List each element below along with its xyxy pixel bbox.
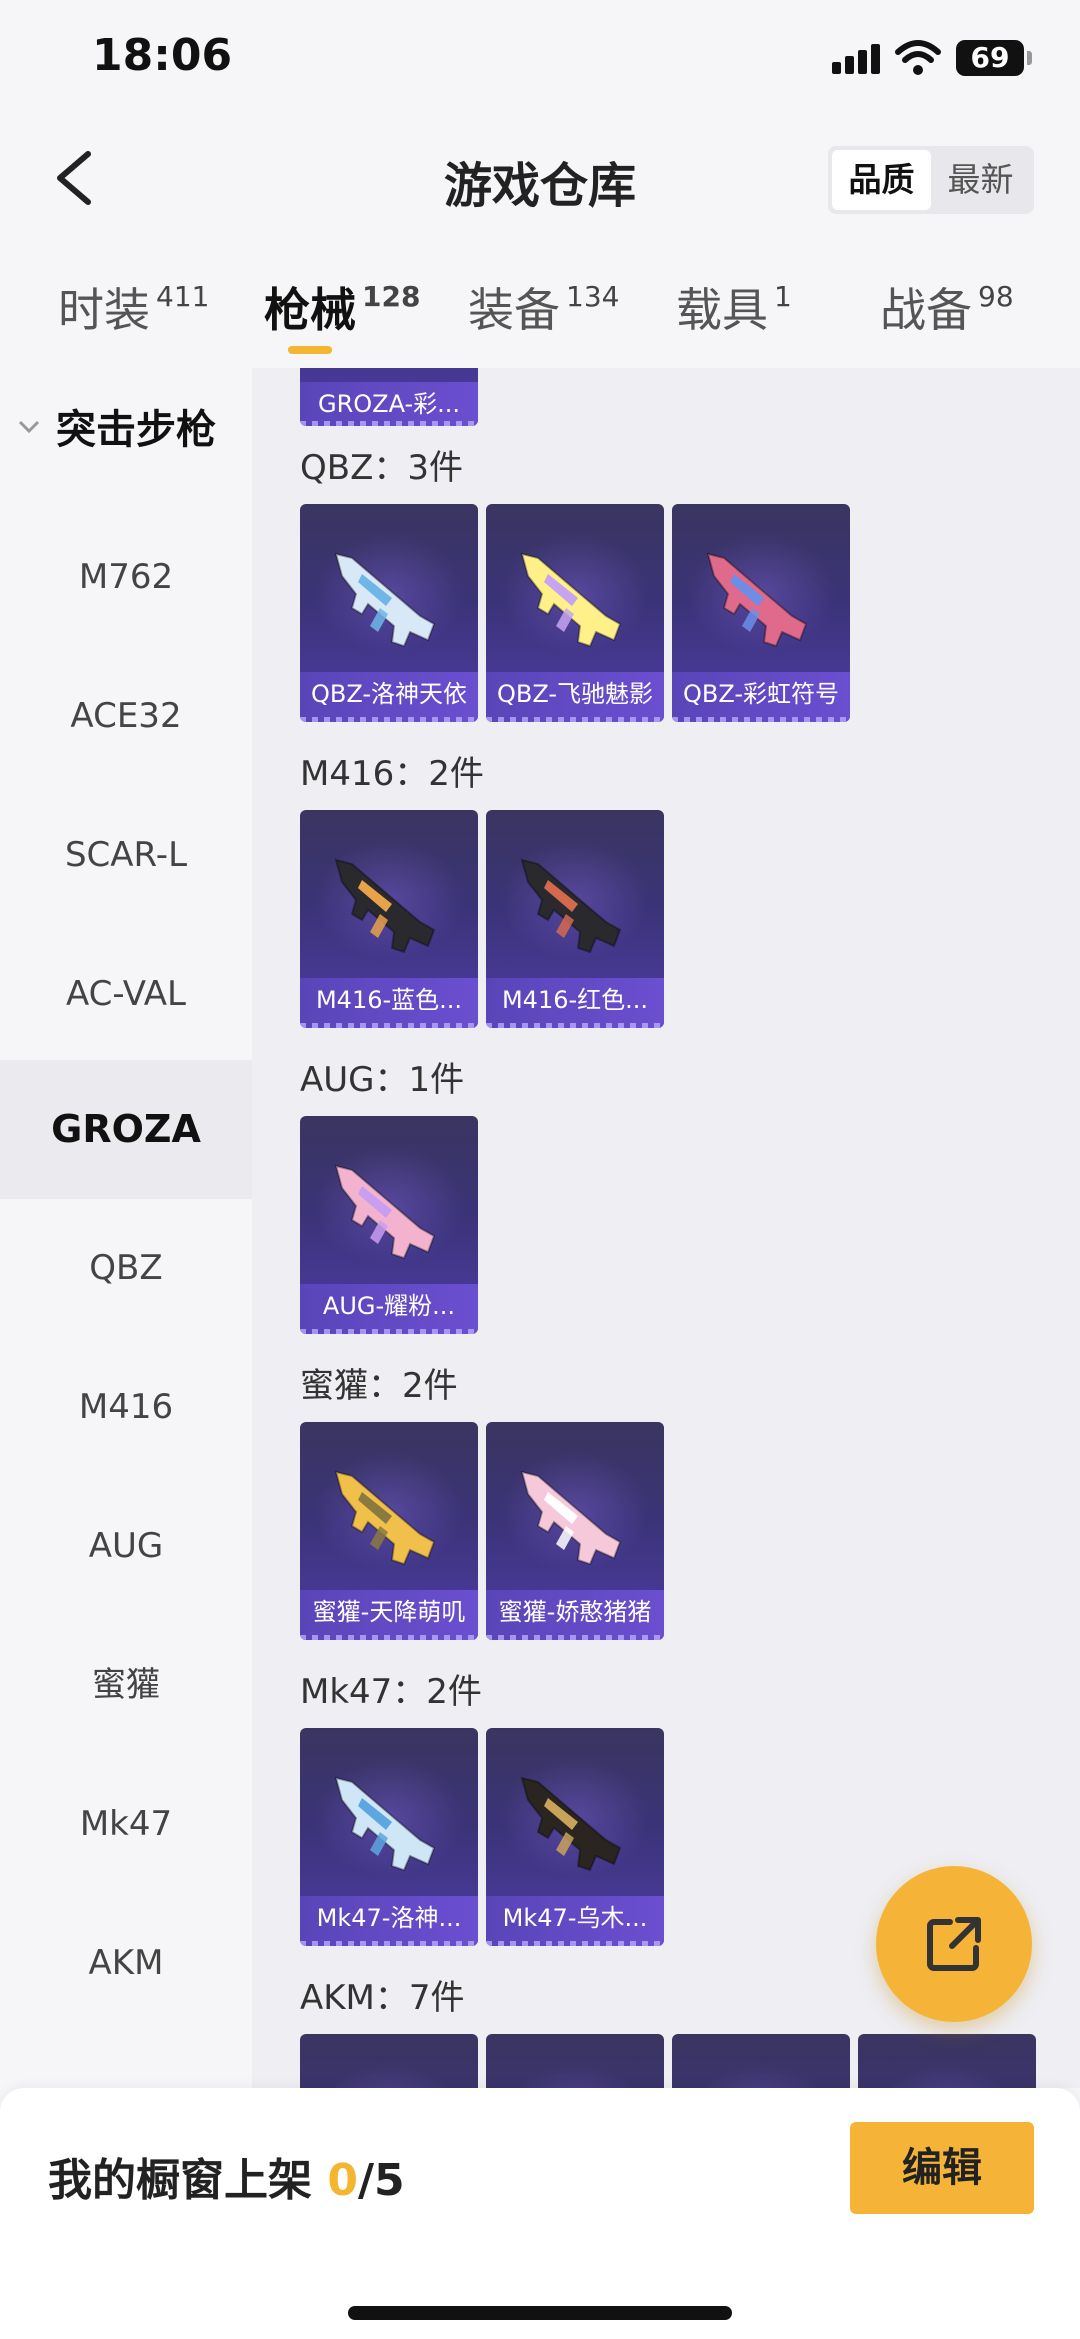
tab-count: 134 (566, 280, 620, 313)
section-title-honey-badger: 蜜獾：2件 (300, 1366, 458, 1406)
tab-count: 1 (774, 280, 792, 313)
section-title-qbz: QBZ：3件 (300, 448, 464, 488)
weapon-card[interactable]: Mk47-洛神... (300, 1728, 478, 1946)
weapon-card-label: QBZ-洛神天依 (300, 672, 478, 722)
section-title-m416: M416：2件 (300, 754, 484, 794)
card-glow (500, 2064, 650, 2088)
weapon-icon (334, 858, 436, 954)
weapon-card-label: Mk47-乌木... (486, 1896, 664, 1946)
weapon-card[interactable]: QBZ-彩虹符号 (672, 504, 850, 722)
weapon-icon (322, 368, 456, 372)
showcase-status: 我的橱窗上架 0/5 (48, 2144, 405, 2208)
sidebar-item-groza[interactable]: GROZA (0, 1060, 252, 1199)
weapon-icon (334, 1470, 436, 1566)
tab-label: 装备 (468, 283, 560, 337)
weapon-type-sidebar: 突击步枪 M762 ACE32 SCAR-L AC-VAL GROZA QBZ … (0, 368, 252, 2088)
weapon-card-label: 蜜獾-娇憨猪猪 (486, 1590, 664, 1640)
sidebar-item-scar-l[interactable]: SCAR-L (0, 786, 252, 925)
weapon-icon (334, 552, 436, 648)
cellular-signal-icon (832, 44, 880, 74)
weapon-card[interactable] (672, 2034, 850, 2088)
tab-label: 战备 (880, 283, 972, 337)
sidebar-item-qbz[interactable]: QBZ (0, 1199, 252, 1338)
battery-icon: 69 (956, 40, 1032, 76)
tab-supplies[interactable]: 战备 98 (880, 274, 1014, 340)
sidebar-item-m762[interactable]: M762 (0, 508, 252, 647)
weapon-card[interactable]: M416-红色... (486, 810, 664, 1028)
status-bar: 18:06 69 (0, 0, 1080, 120)
category-tabs: 时装 411 枪械 128 装备 134 载具 1 战备 98 (0, 264, 1080, 368)
weapon-icon (520, 858, 622, 954)
tab-label: 枪械 (264, 283, 356, 337)
weapon-card[interactable]: 蜜獾-天降萌叽 (300, 1422, 478, 1640)
bottom-bar: 我的橱窗上架 0/5 编辑 (0, 2088, 1080, 2339)
sidebar-item-mk47[interactable]: Mk47 (0, 1755, 252, 1894)
sidebar-item-ac-val[interactable]: AC-VAL (0, 925, 252, 1064)
sidebar-item-ace32[interactable]: ACE32 (0, 647, 252, 786)
sort-toggle: 品质 最新 (828, 146, 1034, 214)
home-indicator (348, 2306, 732, 2320)
edit-button[interactable]: 编辑 (850, 2122, 1034, 2214)
tab-firearms[interactable]: 枪械 128 (264, 274, 420, 340)
weapon-card[interactable]: M416-蓝色... (300, 810, 478, 1028)
app-header: 游戏仓库 品质 最新 (0, 120, 1080, 240)
section-title-mk47: Mk47：2件 (300, 1672, 482, 1712)
tab-vehicles[interactable]: 载具 1 (676, 274, 792, 340)
weapon-card-label: QBZ-飞驰魅影 (486, 672, 664, 722)
tab-label: 时装 (58, 283, 150, 337)
sidebar-item-m416[interactable]: M416 (0, 1338, 252, 1477)
sidebar-item-honey-badger[interactable]: 蜜獾 (0, 1616, 252, 1755)
weapon-icon (334, 1164, 436, 1260)
card-glow (686, 2064, 836, 2088)
tab-fashion[interactable]: 时装 411 (58, 274, 209, 340)
weapon-card-label: M416-红色... (486, 978, 664, 1028)
tab-count: 98 (978, 280, 1014, 313)
weapon-card[interactable] (300, 2034, 478, 2088)
weapon-icon (334, 1776, 436, 1872)
weapon-icon (520, 1470, 622, 1566)
weapon-card[interactable]: QBZ-飞驰魅影 (486, 504, 664, 722)
tab-equipment[interactable]: 装备 134 (468, 274, 619, 340)
weapon-card-label: QBZ-彩虹符号 (672, 672, 850, 722)
share-button[interactable] (876, 1866, 1032, 2022)
weapon-card-label: AUG-耀粉... (300, 1284, 478, 1334)
card-glow (314, 2064, 464, 2088)
weapon-card-label: 蜜獾-天降萌叽 (300, 1590, 478, 1640)
weapon-card-label: Mk47-洛神... (300, 1896, 478, 1946)
weapon-icon (706, 552, 808, 648)
sidebar-group-assault-rifles[interactable]: 突击步枪 (0, 390, 252, 470)
weapon-card-label: GROZA-彩... (300, 382, 478, 426)
sidebar-group-label: 突击步枪 (56, 407, 216, 453)
chevron-down-icon (18, 420, 40, 434)
status-time: 18:06 (92, 30, 233, 81)
card-glow (872, 2064, 1022, 2088)
showcase-label: 我的橱窗上架 (48, 2155, 328, 2206)
sidebar-item-aug[interactable]: AUG (0, 1477, 252, 1616)
weapon-card[interactable]: 蜜獾-娇憨猪猪 (486, 1422, 664, 1640)
sort-option-quality[interactable]: 品质 (832, 150, 931, 210)
weapon-list: GROZA-彩... QBZ：3件 QBZ-洛神天依 QBZ-飞驰魅影 QBZ-… (252, 368, 1080, 2088)
weapon-card[interactable]: Mk47-乌木... (486, 1728, 664, 1946)
tab-label: 载具 (676, 283, 768, 337)
weapon-card-label: M416-蓝色... (300, 978, 478, 1028)
weapon-icon (520, 552, 622, 648)
weapon-card[interactable] (858, 2034, 1036, 2088)
sidebar-item-m16a4[interactable]: M16A4 (0, 2033, 252, 2088)
active-tab-indicator (288, 346, 332, 354)
sidebar-item-akm[interactable]: AKM (0, 1894, 252, 2033)
showcase-current-count: 0 (327, 2155, 358, 2206)
sort-option-newest[interactable]: 最新 (931, 150, 1030, 210)
weapon-card[interactable]: GROZA-彩... (300, 368, 478, 426)
weapon-card[interactable]: QBZ-洛神天依 (300, 504, 478, 722)
section-title-aug: AUG：1件 (300, 1060, 465, 1100)
share-external-icon (927, 1917, 981, 1971)
weapon-card[interactable] (486, 2034, 664, 2088)
tab-count: 128 (362, 280, 421, 313)
showcase-total: /5 (357, 2155, 405, 2206)
weapon-icon (520, 1776, 622, 1872)
wifi-icon (895, 40, 941, 75)
section-title-akm: AKM：7件 (300, 1978, 465, 2018)
weapon-card[interactable]: AUG-耀粉... (300, 1116, 478, 1334)
tab-count: 411 (156, 280, 210, 313)
